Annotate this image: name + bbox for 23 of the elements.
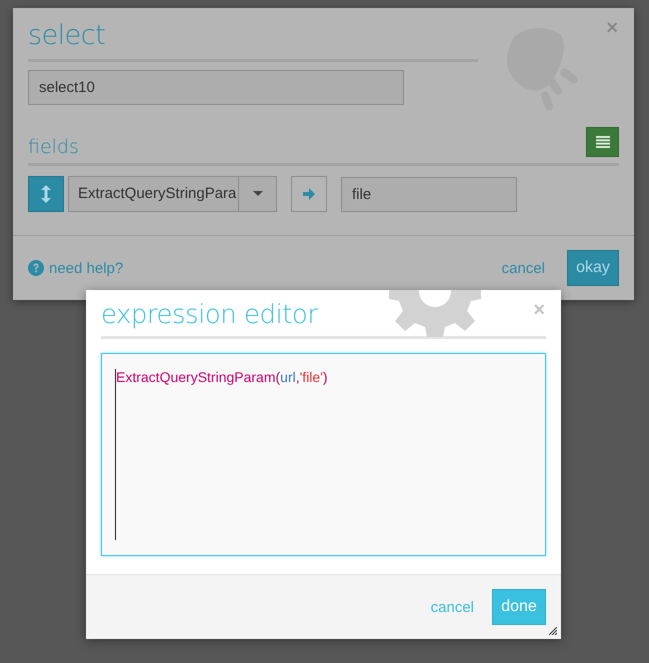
done-button[interactable]: done	[492, 589, 546, 625]
arrow-right-icon	[303, 188, 315, 200]
cancel-button[interactable]: cancel	[490, 260, 557, 276]
close-button[interactable]: ×	[606, 18, 618, 38]
caret-icon	[252, 191, 262, 197]
target-field[interactable]: file	[341, 176, 517, 212]
list-icon	[596, 136, 610, 148]
code-line: ExtractQueryStringParam(url,'file')	[115, 369, 328, 540]
reorder-button[interactable]	[28, 176, 64, 212]
expression-select[interactable]: ExtractQueryStringPara	[68, 176, 277, 212]
name-field[interactable]: select10	[28, 70, 404, 105]
close-button[interactable]: ×	[533, 300, 545, 320]
resize-grip-icon[interactable]	[549, 627, 557, 635]
cancel-button[interactable]: cancel	[416, 598, 488, 616]
expression-field[interactable]: ExtractQueryStringParam(url,'file')	[101, 353, 546, 556]
help-icon	[28, 260, 44, 276]
up-down-arrow-icon	[41, 185, 51, 203]
section-heading: fields	[28, 136, 79, 158]
okay-button[interactable]: okay	[567, 250, 619, 286]
dialog-title: select	[28, 20, 106, 51]
list-button[interactable]	[586, 127, 619, 157]
dialog-title: expression editor	[101, 300, 318, 330]
help-link[interactable]: need help?	[28, 260, 124, 276]
